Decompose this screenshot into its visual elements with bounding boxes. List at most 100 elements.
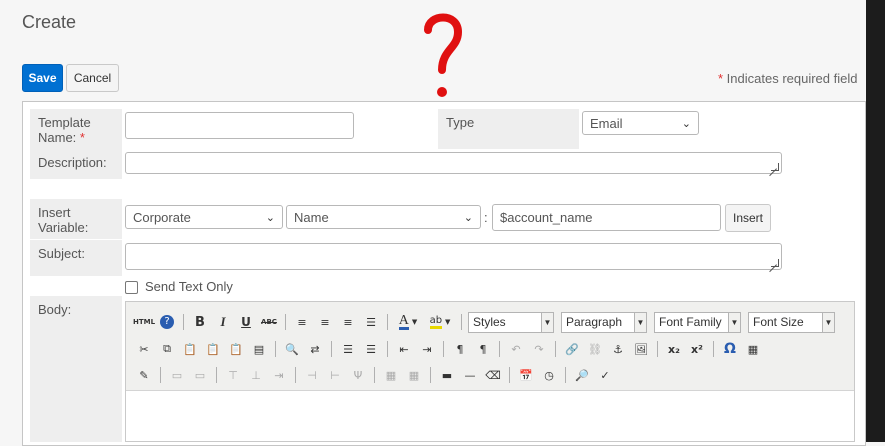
toolbar-row-1: HTML ? B I U ABC ≡ ≡ ≡ ☰ A ▼ ab ▼ Styles ▼ … bbox=[133, 311, 835, 333]
toolbar-separator bbox=[387, 341, 388, 357]
paste-word-icon[interactable]: 📋 bbox=[226, 339, 246, 359]
type-select[interactable]: Email ⌄ bbox=[582, 111, 699, 135]
horizontal-rule-icon[interactable]: — bbox=[460, 365, 480, 385]
toolbar-separator bbox=[216, 367, 217, 383]
insert-col-after-icon[interactable]: ⊢ bbox=[325, 365, 345, 385]
cancel-button[interactable]: Cancel bbox=[66, 64, 119, 92]
toolbar-separator bbox=[285, 314, 286, 330]
type-select-value: Email bbox=[590, 115, 623, 131]
special-char-icon[interactable]: Ω bbox=[720, 339, 740, 359]
toolbar-separator bbox=[713, 341, 714, 357]
insert-layer-icon[interactable]: ▬ bbox=[437, 365, 457, 385]
variable-category-select[interactable]: Corporate ⌄ bbox=[125, 205, 283, 229]
align-justify-icon[interactable]: ☰ bbox=[361, 312, 381, 332]
toolbar-separator bbox=[374, 367, 375, 383]
delete-row-icon[interactable]: ⇥ bbox=[269, 365, 289, 385]
question-mark-annotation bbox=[424, 13, 463, 97]
replace-icon[interactable]: ⇄ bbox=[305, 339, 325, 359]
table-cell-props-icon[interactable]: ▭ bbox=[190, 365, 210, 385]
highlight-glyph: ab bbox=[429, 315, 443, 329]
variable-value-input[interactable]: $account_name bbox=[492, 204, 721, 231]
insert-col-before-icon[interactable]: ⊣ bbox=[302, 365, 322, 385]
styles-dropdown[interactable]: Styles ▼ bbox=[468, 311, 554, 333]
resize-handle-icon[interactable] bbox=[771, 259, 779, 267]
font-size-dropdown-label: Font Size bbox=[753, 315, 804, 329]
outdent-icon[interactable]: ⇤ bbox=[394, 339, 414, 359]
link-icon[interactable]: 🔗 bbox=[562, 339, 582, 359]
paste-icon[interactable]: 📋 bbox=[180, 339, 200, 359]
anchor-icon[interactable]: ⚓ bbox=[608, 339, 628, 359]
subject-input[interactable] bbox=[125, 243, 782, 270]
send-text-only-checkbox[interactable] bbox=[125, 281, 138, 294]
unlink-icon[interactable]: ⛓ bbox=[585, 339, 605, 359]
find-icon[interactable]: 🔍 bbox=[282, 339, 302, 359]
insert-button[interactable]: Insert bbox=[725, 204, 771, 232]
variable-field-value: Name bbox=[294, 209, 329, 225]
resize-handle-icon[interactable] bbox=[771, 163, 779, 171]
paste-text-icon[interactable]: 📋 bbox=[203, 339, 223, 359]
font-color-icon[interactable]: A ▼ bbox=[394, 312, 422, 332]
select-all-icon[interactable]: ▤ bbox=[249, 339, 269, 359]
toolbar-separator bbox=[499, 341, 500, 357]
superscript-icon[interactable]: x² bbox=[687, 339, 707, 359]
table-icon[interactable]: ▦ bbox=[743, 339, 763, 359]
subject-label: Subject: bbox=[38, 246, 85, 261]
italic-icon[interactable]: I bbox=[213, 312, 233, 332]
redo-icon[interactable]: ↷ bbox=[529, 339, 549, 359]
variable-field-select[interactable]: Name ⌄ bbox=[286, 205, 481, 229]
template-name-input[interactable] bbox=[125, 112, 354, 139]
indent-icon[interactable]: ⇥ bbox=[417, 339, 437, 359]
bullet-list-icon[interactable]: ☰ bbox=[338, 339, 358, 359]
rtl-direction-icon[interactable]: ¶ bbox=[473, 339, 493, 359]
font-size-dropdown[interactable]: Font Size ▼ bbox=[748, 311, 835, 333]
paragraph-dropdown-label: Paragraph bbox=[566, 315, 623, 329]
insert-date-icon[interactable]: 📅 bbox=[516, 365, 536, 385]
align-center-icon[interactable]: ≡ bbox=[315, 312, 335, 332]
bold-icon[interactable]: B bbox=[190, 312, 210, 332]
insert-row-before-icon[interactable]: ⊤ bbox=[223, 365, 243, 385]
table-row-props-icon[interactable]: ▭ bbox=[167, 365, 187, 385]
font-family-dropdown[interactable]: Font Family ▼ bbox=[654, 311, 741, 333]
description-input[interactable] bbox=[125, 152, 782, 174]
save-button[interactable]: Save bbox=[22, 64, 63, 92]
highlight-color-icon[interactable]: ab ▼ bbox=[425, 312, 455, 332]
insert-row-after-icon[interactable]: ⊥ bbox=[246, 365, 266, 385]
insert-variable-label: Insert Variable: bbox=[38, 205, 89, 235]
remove-format-icon[interactable]: ⌫ bbox=[483, 365, 503, 385]
align-right-icon[interactable]: ≡ bbox=[338, 312, 358, 332]
help-icon[interactable]: ? bbox=[157, 312, 177, 332]
required-note-text: Indicates required field bbox=[723, 71, 858, 86]
paragraph-dropdown[interactable]: Paragraph ▼ bbox=[561, 311, 647, 333]
subject-label-cell: Subject: bbox=[30, 240, 122, 276]
toolbar-separator bbox=[295, 367, 296, 383]
type-label-cell: Type bbox=[438, 109, 579, 149]
delete-col-icon[interactable]: Ψ bbox=[348, 365, 368, 385]
cut-icon[interactable]: ✂ bbox=[134, 339, 154, 359]
font-color-glyph: A bbox=[398, 313, 409, 330]
type-label: Type bbox=[446, 115, 475, 130]
toolbar-separator bbox=[565, 367, 566, 383]
align-left-icon[interactable]: ≡ bbox=[292, 312, 312, 332]
toolbar-separator bbox=[331, 341, 332, 357]
preview-icon[interactable]: 🔎 bbox=[572, 365, 592, 385]
dropdown-arrow-icon: ▼ bbox=[634, 312, 646, 332]
font-family-dropdown-label: Font Family bbox=[659, 315, 722, 329]
copy-icon[interactable]: ⧉ bbox=[157, 339, 177, 359]
merge-cells-icon[interactable]: ▦ bbox=[404, 365, 424, 385]
html-source-icon[interactable]: HTML bbox=[133, 312, 155, 332]
toolbar-separator bbox=[160, 367, 161, 383]
spellcheck-icon[interactable]: ✓ bbox=[595, 365, 615, 385]
numbered-list-icon[interactable]: ☰ bbox=[361, 339, 381, 359]
insert-time-icon[interactable]: ◷ bbox=[539, 365, 559, 385]
subscript-icon[interactable]: x₂ bbox=[664, 339, 684, 359]
split-cells-icon[interactable]: ▦ bbox=[381, 365, 401, 385]
dropdown-arrow-icon: ▼ bbox=[541, 312, 553, 332]
strikethrough-icon[interactable]: ABC bbox=[259, 312, 279, 332]
undo-icon[interactable]: ↶ bbox=[506, 339, 526, 359]
underline-icon[interactable]: U bbox=[236, 312, 256, 332]
image-icon[interactable]: 🖼 bbox=[631, 339, 651, 359]
visual-aid-icon[interactable]: ✎ bbox=[134, 365, 154, 385]
body-rich-text-editor[interactable]: HTML ? B I U ABC ≡ ≡ ≡ ☰ A ▼ ab ▼ Styles ▼ … bbox=[125, 301, 855, 442]
body-label: Body: bbox=[38, 302, 72, 317]
ltr-direction-icon[interactable]: ¶ bbox=[450, 339, 470, 359]
